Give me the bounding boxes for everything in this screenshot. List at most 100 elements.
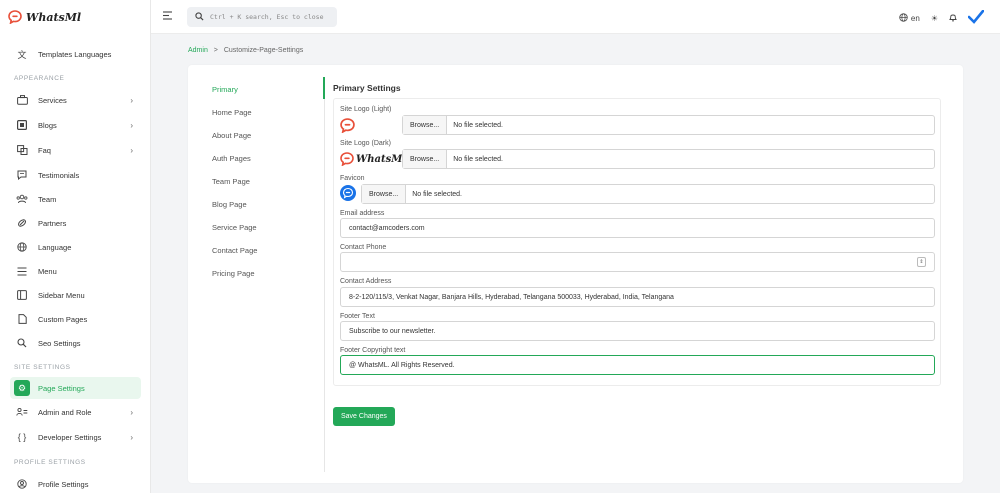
sidebar-item-blogs[interactable]: Blogs › — [10, 114, 141, 136]
menu-lines-icon — [16, 265, 28, 277]
footer-text-field[interactable]: Subscribe to our newsletter. — [340, 321, 935, 341]
favicon-preview — [340, 185, 356, 203]
tab-home-page[interactable]: Home Page — [212, 108, 252, 117]
sidebar-item-label: Faq — [38, 145, 51, 155]
topbar-actions: en ☀ — [899, 9, 985, 26]
tab-about-page[interactable]: About Page — [212, 131, 251, 140]
breadcrumb-home-link[interactable]: Admin — [188, 47, 208, 54]
sidebar-item-developer-settings[interactable]: { } Developer Settings › — [10, 426, 141, 448]
avatar[interactable] — [967, 9, 985, 26]
chat-bubble-logo-icon — [340, 118, 355, 134]
app-logo[interactable]: WhatsMl — [8, 10, 81, 24]
footer-copyright-field[interactable]: @ WhatsML. All Rights Reserved. — [340, 355, 935, 375]
active-tab-indicator — [323, 77, 325, 99]
form-container — [333, 98, 941, 386]
dark-logo-text: WhatsMl — [356, 153, 407, 165]
chat-bubble-logo-icon — [8, 10, 22, 24]
settings-card: Primary Home Page About Page Auth Pages … — [188, 65, 963, 483]
site-logo-light-file-input[interactable]: Browse... No file selected. — [402, 115, 935, 135]
topbar: Ctrl + K search, Esc to close en ☀ — [151, 0, 1000, 34]
chevron-right-icon: › — [130, 145, 133, 155]
sidebar-item-faq[interactable]: Faq › — [10, 139, 141, 161]
file-status: No file selected. — [453, 121, 503, 129]
bell-icon[interactable] — [949, 13, 957, 24]
section-title: Primary Settings — [333, 83, 401, 93]
link-icon — [16, 217, 28, 229]
gear-icon: ⚙ — [14, 380, 30, 396]
browse-button[interactable]: Browse... — [362, 185, 407, 203]
save-changes-button[interactable]: Save Changes — [333, 407, 395, 426]
tab-pricing-page[interactable]: Pricing Page — [212, 269, 255, 278]
user-circle-icon — [16, 478, 28, 490]
sidebar-item-label: Team — [38, 194, 57, 204]
sidebar-item-label: Custom Pages — [38, 314, 88, 324]
users-icon — [16, 193, 28, 205]
sidebar-item-team[interactable]: Team — [10, 188, 141, 210]
sidebar-item-partners[interactable]: Partners — [10, 212, 141, 234]
sidebar-item-testimonials[interactable]: Testimonials — [10, 164, 141, 186]
favicon-label: Favicon — [340, 175, 365, 182]
file-status: No file selected. — [412, 190, 462, 198]
code-braces-icon: { } — [17, 432, 27, 442]
tab-contact-page[interactable]: Contact Page — [212, 246, 257, 255]
sidebar-item-label: Testimonials — [38, 170, 80, 180]
app-name: WhatsMl — [26, 10, 82, 24]
language-code: en — [910, 13, 920, 23]
sidebar-item-custom-pages[interactable]: Custom Pages — [10, 308, 141, 330]
globe-icon — [16, 241, 28, 253]
language-switcher[interactable]: en — [899, 12, 920, 24]
tab-service-page[interactable]: Service Page — [212, 223, 257, 232]
browse-button[interactable]: Browse... — [403, 116, 448, 134]
tab-blog-page[interactable]: Blog Page — [212, 200, 247, 209]
sidebar-item-profile-settings[interactable]: Profile Settings — [10, 473, 141, 493]
sidebar-item-label: Seo Settings — [38, 338, 81, 348]
address-label: Contact Address — [340, 278, 392, 285]
sidebar-item-sidebar-menu[interactable]: Sidebar Menu — [10, 284, 141, 306]
sidebar-item-label: Language — [38, 242, 72, 252]
sidebar-item-services[interactable]: Services › — [10, 89, 141, 111]
sidebar-item-label: Templates Languages — [38, 49, 112, 59]
sidebar-item-label: Developer Settings — [38, 432, 102, 442]
sidebar-item-label: Services — [38, 95, 67, 105]
search-icon — [16, 337, 28, 349]
email-field[interactable]: contact@amcoders.com — [340, 218, 935, 238]
sidebar-item-page-settings[interactable]: ⚙ Page Settings — [10, 377, 141, 399]
tab-team-page[interactable]: Team Page — [212, 177, 250, 186]
layout-sidebar-icon — [16, 289, 28, 301]
site-logo-dark-label: Site Logo (Dark) — [340, 140, 391, 147]
sidebar: WhatsMl 文 Templates Languages APPEARANCE… — [0, 0, 151, 493]
chat-bubble-logo-icon — [340, 152, 354, 166]
message-square-icon — [16, 169, 28, 181]
footer-copyright-label: Footer Copyright text — [340, 347, 406, 354]
search-input[interactable]: Ctrl + K search, Esc to close — [187, 7, 337, 27]
sidebar-item-templates-languages[interactable]: 文 Templates Languages — [10, 43, 141, 65]
sidebar-item-label: Page Settings — [38, 383, 85, 393]
search-placeholder: Ctrl + K search, Esc to close — [210, 13, 324, 21]
chevron-right-icon: › — [130, 407, 133, 417]
site-logo-dark-file-input[interactable]: Browse... No file selected. — [402, 149, 935, 169]
tab-primary[interactable]: Primary — [212, 85, 238, 94]
sun-icon[interactable]: ☀ — [931, 14, 938, 23]
number-spinner-icon[interactable]: ⇕ — [917, 257, 926, 267]
browse-button[interactable]: Browse... — [403, 150, 448, 168]
file-icon — [16, 313, 28, 325]
sidebar-item-seo-settings[interactable]: Seo Settings — [10, 332, 141, 354]
breadcrumb-separator: > — [213, 47, 218, 54]
chevron-right-icon: › — [130, 95, 133, 105]
site-logo-light-preview — [340, 118, 355, 135]
search-icon — [195, 11, 204, 23]
translate-icon: 文 — [17, 49, 27, 60]
favicon-file-input[interactable]: Browse... No file selected. — [361, 184, 935, 204]
email-label: Email address — [340, 210, 385, 217]
sidebar-toggle-icon[interactable] — [163, 11, 173, 23]
sidebar-item-language[interactable]: Language — [10, 236, 141, 258]
footer-text-label: Footer Text — [340, 313, 375, 320]
phone-field[interactable]: ⇕ — [340, 252, 935, 272]
sidebar-item-menu[interactable]: Menu — [10, 260, 141, 282]
sidebar-item-label: Sidebar Menu — [38, 290, 85, 300]
address-field[interactable]: 8-2-120/115/3, Venkat Nagar, Banjara Hil… — [340, 287, 935, 307]
sidebar-item-admin-role[interactable]: Admin and Role › — [10, 401, 141, 423]
tab-auth-pages[interactable]: Auth Pages — [212, 154, 251, 163]
globe-icon — [899, 12, 908, 24]
file-status: No file selected. — [453, 155, 503, 163]
